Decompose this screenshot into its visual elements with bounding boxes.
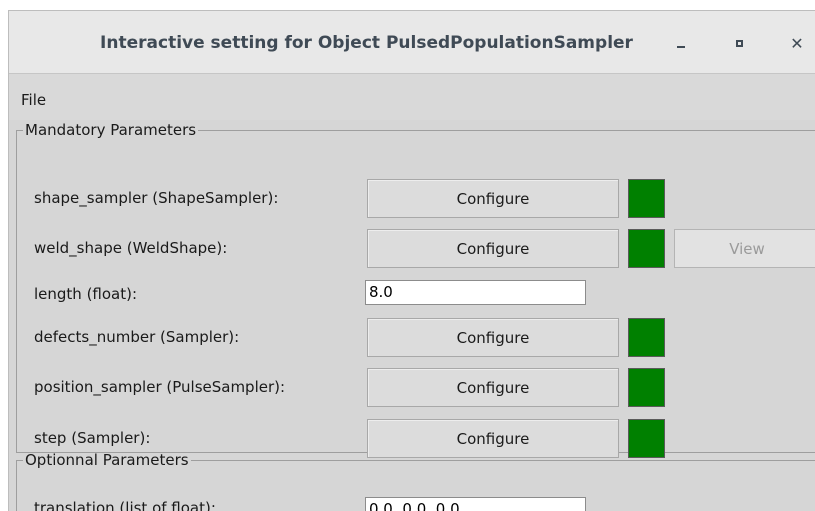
close-icon: ✕ [790,33,804,53]
shape-sampler-status-indicator [628,179,665,218]
minimize-button[interactable] [663,25,699,61]
shape-sampler-label: shape_sampler (ShapeSampler): [34,189,279,207]
maximize-button[interactable] [721,25,757,61]
menu-bar: File [9,74,815,120]
weld-shape-status-indicator [628,229,665,268]
position-sampler-status-indicator [628,368,665,407]
mandatory-parameters-legend: Mandatory Parameters [25,121,197,139]
translation-input[interactable]: 0.0, 0.0, 0.0 [365,497,586,511]
maximize-icon [735,39,743,47]
position-sampler-configure-button[interactable]: Configure [367,368,619,407]
translation-label: translation (list of float): [34,499,216,511]
optional-parameters-legend: Optionnal Parameters [25,451,189,469]
length-label: length (float): [34,285,138,303]
window-title: Interactive setting for Object PulsedPop… [100,33,633,53]
weld-shape-configure-button[interactable]: Configure [367,229,619,268]
defects-number-status-indicator [628,318,665,357]
minimize-icon [677,46,685,48]
defects-number-configure-button[interactable]: Configure [367,318,619,357]
step-label: step (Sampler): [34,429,151,447]
close-button[interactable]: ✕ [779,25,815,61]
optional-parameters-group: Optionnal Parameters translation (list o… [16,451,815,511]
shape-sampler-configure-button[interactable]: Configure [367,179,619,218]
weld-shape-label: weld_shape (WeldShape): [34,239,228,257]
title-bar[interactable]: Interactive setting for Object PulsedPop… [9,11,815,74]
defects-number-label: defects_number (Sampler): [34,328,240,346]
length-input[interactable]: 8.0 [365,280,586,305]
position-sampler-label: position_sampler (PulseSampler): [34,378,286,396]
menu-file[interactable]: File [21,91,46,109]
dialog-window: Interactive setting for Object PulsedPop… [8,10,815,511]
mandatory-parameters-group: Mandatory Parameters shape_sampler (Shap… [16,121,815,458]
weld-shape-view-button[interactable]: View [674,229,815,268]
